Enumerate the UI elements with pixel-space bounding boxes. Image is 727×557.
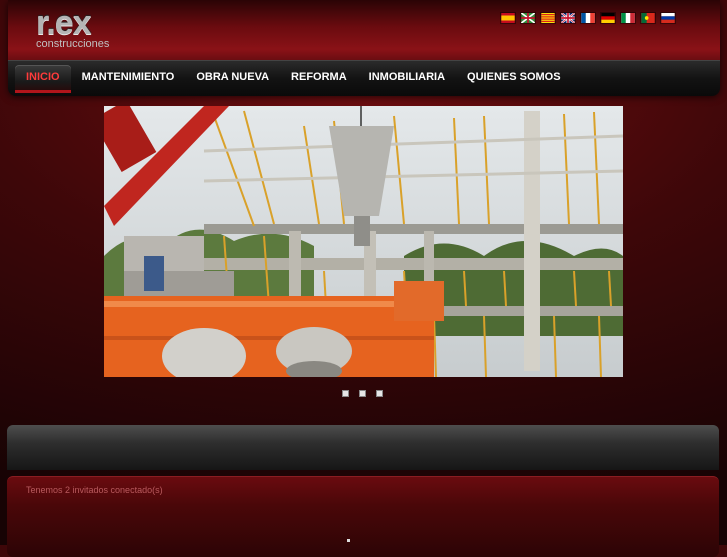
flag-es-icon[interactable] bbox=[500, 12, 516, 24]
content-band bbox=[7, 425, 719, 470]
slide-dot-2[interactable] bbox=[359, 390, 366, 397]
site-logo[interactable]: r.ex construcciones bbox=[36, 4, 126, 50]
logo-subtitle: construcciones bbox=[36, 38, 110, 50]
nav-item-obra-nueva[interactable]: OBRA NUEVA bbox=[185, 65, 280, 93]
nav-item-quienes-somos[interactable]: QUIENES SOMOS bbox=[456, 65, 572, 93]
site-header: r.ex construcciones INICIO MANTENIMIENTO… bbox=[8, 0, 720, 96]
flag-en-icon[interactable] bbox=[560, 12, 576, 24]
flag-it-icon[interactable] bbox=[620, 12, 636, 24]
nav-item-mantenimiento[interactable]: MANTENIMIENTO bbox=[71, 65, 186, 93]
flag-pt-icon[interactable] bbox=[640, 12, 656, 24]
logo-mark: r.ex bbox=[36, 4, 92, 42]
flag-eu-icon[interactable] bbox=[520, 12, 536, 24]
language-selector bbox=[500, 12, 676, 26]
flag-ru-icon[interactable] bbox=[660, 12, 676, 24]
nav-item-inicio[interactable]: INICIO bbox=[15, 65, 71, 93]
slideshow-image bbox=[104, 106, 623, 377]
flag-de-icon[interactable] bbox=[600, 12, 616, 24]
footer-marker bbox=[347, 539, 350, 542]
nav-item-inmobiliaria[interactable]: INMOBILIARIA bbox=[358, 65, 456, 93]
online-visitors-text: Tenemos 2 invitados conectado(s) bbox=[26, 485, 163, 495]
slideshow-pagination bbox=[342, 390, 383, 397]
construction-photo bbox=[104, 106, 623, 377]
flag-fr-icon[interactable] bbox=[580, 12, 596, 24]
slide-dot-1[interactable] bbox=[342, 390, 349, 397]
slide-dot-3[interactable] bbox=[376, 390, 383, 397]
flag-ca-icon[interactable] bbox=[540, 12, 556, 24]
main-navigation: INICIO MANTENIMIENTO OBRA NUEVA REFORMA … bbox=[8, 60, 720, 96]
nav-item-reforma[interactable]: REFORMA bbox=[280, 65, 358, 93]
